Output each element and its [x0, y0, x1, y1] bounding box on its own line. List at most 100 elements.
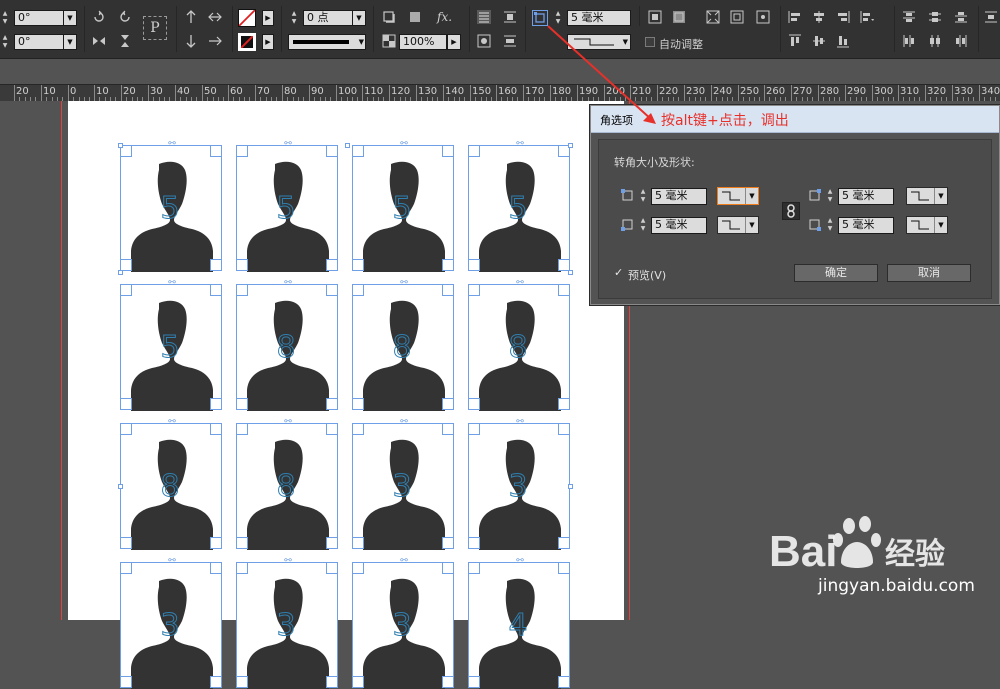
frame-link-icon[interactable]: ⚯ [280, 279, 296, 288]
stroke-weight-dropdown[interactable]: ▼ [352, 10, 366, 26]
opacity-input[interactable]: 100% [399, 34, 447, 50]
fill-frame-proportionally-icon[interactable] [672, 10, 686, 24]
top-left-size-input[interactable]: 5 毫米 [651, 188, 707, 205]
photo-frame[interactable]: 8 ⚯ [352, 279, 454, 411]
ok-button[interactable]: 确定 [794, 264, 878, 282]
photo-frame[interactable]: 5 ⚯ [120, 279, 222, 411]
photo-frame[interactable]: 3 ⚯ [468, 418, 570, 550]
align-horizontal-center-icon[interactable] [812, 10, 826, 24]
corner-handle[interactable] [326, 537, 338, 549]
distribute-right-icon[interactable] [954, 34, 968, 48]
corner-handle[interactable] [236, 284, 248, 296]
corner-handle[interactable] [558, 423, 570, 435]
align-to-selection-icon[interactable] [860, 10, 874, 24]
top-right-size-spinner[interactable]: ▲ ▼ [825, 188, 835, 204]
frame-link-icon[interactable]: ⚯ [280, 557, 296, 566]
corner-shape-select[interactable]: ▼ [567, 34, 631, 50]
corner-handle[interactable] [468, 423, 480, 435]
photo-frame[interactable]: 8 ⚯ [468, 279, 570, 411]
distribute-horizontal-center-icon[interactable] [928, 34, 942, 48]
frame-link-icon[interactable]: ⚯ [512, 140, 528, 149]
corner-handle[interactable] [468, 676, 480, 688]
corner-handle[interactable] [442, 423, 454, 435]
frame-link-icon[interactable]: ⚯ [164, 140, 180, 149]
align-right-icon[interactable] [836, 10, 850, 24]
frame-link-icon[interactable]: ⚯ [512, 557, 528, 566]
corner-handle[interactable] [120, 398, 132, 410]
corner-handle[interactable] [120, 562, 132, 574]
photo-frame[interactable]: 8 ⚯ [236, 418, 338, 550]
bottom-right-size-input[interactable]: 5 毫米 [838, 217, 894, 234]
bottom-left-shape-select[interactable]: ▼ [717, 216, 759, 234]
selection-handle[interactable] [568, 484, 573, 489]
corner-handle[interactable] [120, 676, 132, 688]
frame-link-icon[interactable]: ⚯ [280, 140, 296, 149]
corner-handle[interactable] [210, 259, 222, 271]
shear-spinner[interactable]: ▲ ▼ [0, 34, 10, 50]
text-wrap-box-icon[interactable] [503, 10, 517, 24]
corner-handle[interactable] [442, 537, 454, 549]
corner-handle[interactable] [326, 423, 338, 435]
corner-size-spinner[interactable]: ▲ ▼ [553, 10, 563, 26]
photo-frame[interactable]: 3 ⚯ [236, 557, 338, 689]
frame-link-icon[interactable]: ⚯ [396, 557, 412, 566]
fit-content-to-frame-icon[interactable] [730, 10, 744, 24]
corner-handle[interactable] [352, 398, 364, 410]
corner-handle[interactable] [120, 284, 132, 296]
fill-swatch-icon[interactable] [238, 9, 256, 27]
cancel-button[interactable]: 取消 [887, 264, 971, 282]
corner-handle[interactable] [442, 259, 454, 271]
stroke-type-select[interactable]: ▼ [288, 34, 366, 50]
center-content-icon[interactable] [756, 10, 770, 24]
stroke-dropdown[interactable]: ▶ [262, 34, 274, 50]
fit-frame-to-content-icon[interactable] [706, 10, 720, 24]
align-vertical-center-icon[interactable] [812, 34, 826, 48]
select-content-icon[interactable] [184, 34, 198, 48]
corner-handle[interactable] [442, 676, 454, 688]
corner-handle[interactable] [468, 145, 480, 157]
corner-handle[interactable] [468, 259, 480, 271]
frame-link-icon[interactable]: ⚯ [280, 418, 296, 427]
photo-frame[interactable]: 8 ⚯ [120, 418, 222, 550]
auto-fit-checkbox[interactable] [645, 37, 655, 47]
selection-handle[interactable] [568, 143, 573, 148]
bottom-right-shape-select[interactable]: ▼ [906, 216, 948, 234]
distribute-top-icon[interactable] [902, 10, 916, 24]
corner-handle[interactable] [352, 562, 364, 574]
corner-handle[interactable] [210, 284, 222, 296]
link-corners-button[interactable] [782, 202, 800, 220]
corner-handle[interactable] [352, 423, 364, 435]
dialog-titlebar[interactable]: 角选项 按alt键+点击，调出 [591, 106, 999, 133]
corner-handle[interactable] [236, 145, 248, 157]
corner-handle[interactable] [326, 562, 338, 574]
photo-frame[interactable]: 3 ⚯ [352, 557, 454, 689]
distribute-center-icon[interactable] [928, 10, 942, 24]
corner-handle[interactable] [120, 423, 132, 435]
align-bottom-icon[interactable] [836, 34, 850, 48]
corner-handle[interactable] [558, 398, 570, 410]
corner-size-input[interactable]: 5 毫米 [567, 10, 631, 26]
corner-handle[interactable] [210, 537, 222, 549]
select-previous-icon[interactable] [208, 10, 222, 24]
corner-handle[interactable] [210, 423, 222, 435]
select-next-icon[interactable] [208, 34, 222, 48]
rotate-ccw-icon[interactable] [118, 10, 132, 24]
corner-handle[interactable] [352, 284, 364, 296]
select-container-icon[interactable] [184, 10, 198, 24]
flip-vertical-icon[interactable] [118, 34, 132, 48]
stroke-weight-input[interactable]: 0 点 [303, 10, 353, 26]
stroke-swatch-icon[interactable] [238, 33, 256, 51]
corner-handle[interactable] [236, 423, 248, 435]
frame-link-icon[interactable]: ⚯ [512, 418, 528, 427]
frame-link-icon[interactable]: ⚯ [396, 279, 412, 288]
stroke-weight-spinner[interactable]: ▲ ▼ [289, 10, 299, 26]
corner-handle[interactable] [558, 284, 570, 296]
top-left-size-spinner[interactable]: ▲ ▼ [638, 188, 648, 204]
selection-handle[interactable] [345, 143, 350, 148]
corner-handle[interactable] [468, 398, 480, 410]
corner-handle[interactable] [468, 562, 480, 574]
corner-handle[interactable] [352, 259, 364, 271]
corner-handle[interactable] [558, 537, 570, 549]
corner-handle[interactable] [326, 398, 338, 410]
top-left-shape-select[interactable]: ▼ [717, 187, 759, 205]
